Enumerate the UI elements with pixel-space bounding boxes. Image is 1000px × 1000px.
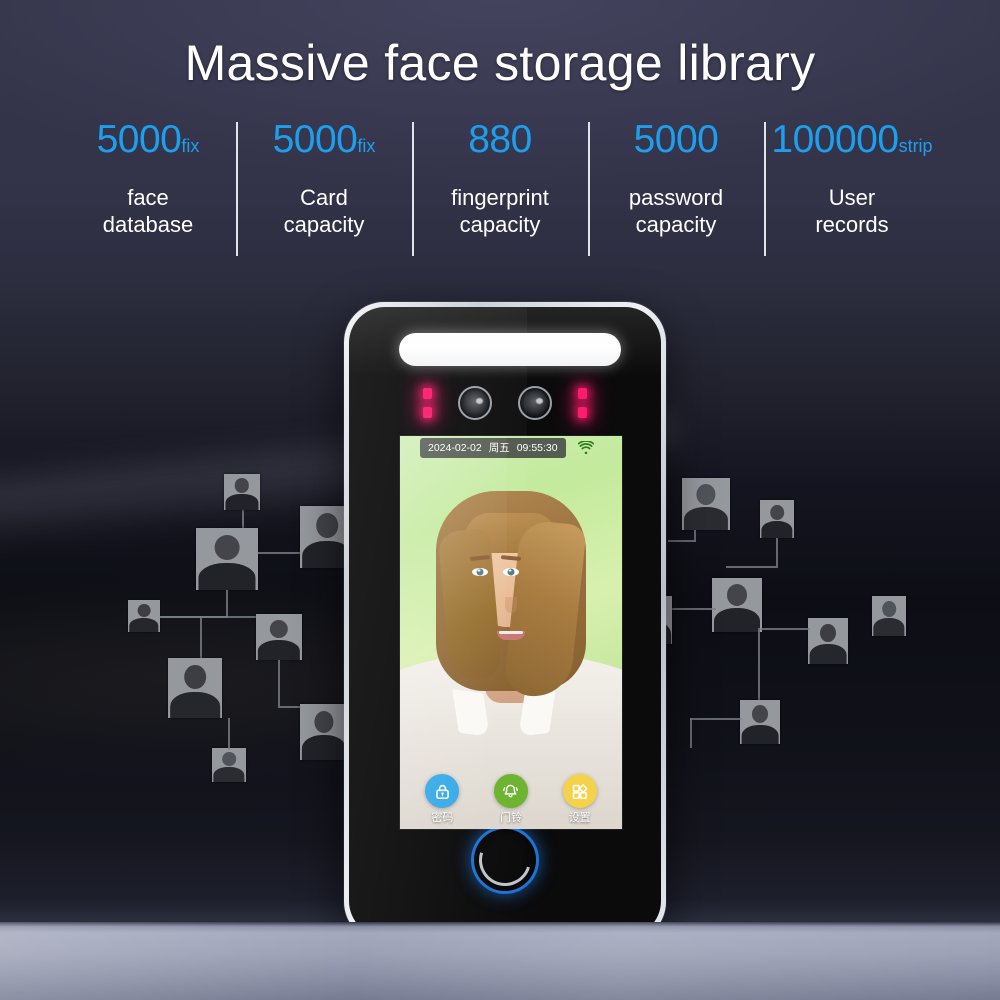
- camera-lens-right: [518, 386, 552, 420]
- stat-label: User records: [815, 185, 889, 237]
- screen-action-bar: 密码 门铃 设置: [400, 765, 622, 827]
- network-edge: [690, 718, 742, 720]
- bell-icon[interactable]: [493, 774, 528, 808]
- stat-label: fingerprint capacity: [451, 185, 549, 237]
- ir-led-left: [423, 388, 432, 418]
- portrait-eye-right: [503, 567, 519, 576]
- network-edge: [228, 718, 230, 750]
- stat-number: 5000fix: [96, 118, 200, 161]
- fingerprint-sensor[interactable]: [474, 829, 536, 891]
- network-face-node: [682, 478, 730, 530]
- network-face-node: [196, 528, 258, 590]
- action-label: 密码: [431, 811, 454, 824]
- network-face-node: [740, 700, 780, 744]
- stat-password-capacity: 5000 password capacity: [588, 118, 764, 256]
- stat-number: 880: [468, 118, 532, 161]
- action-settings[interactable]: 设置: [551, 774, 609, 825]
- network-edge: [226, 590, 228, 616]
- grid-icon[interactable]: [562, 774, 597, 808]
- network-face-node: [212, 748, 246, 782]
- action-password[interactable]: 密码: [413, 774, 471, 825]
- network-face-node: [808, 618, 848, 664]
- datetime-display: 2024-02-02 周五 09:55:30: [420, 437, 566, 458]
- device-body: 2024-02-02 周五 09:55:30 密码 门铃 设置: [349, 307, 661, 937]
- network-face-node: [168, 658, 222, 718]
- network-edge: [690, 718, 692, 748]
- stat-unit: fix: [181, 136, 200, 156]
- stat-fingerprint-capacity: 880 fingerprint capacity: [412, 118, 588, 256]
- ir-led: [423, 407, 432, 418]
- white-fill-light-bar: [399, 333, 621, 366]
- ir-led: [423, 388, 432, 399]
- network-face-node: [300, 704, 348, 760]
- action-label: 门铃: [499, 811, 522, 824]
- network-face-node: [760, 500, 794, 538]
- network-edge: [776, 538, 778, 566]
- stat-number: 100000strip: [771, 118, 933, 161]
- ir-led: [578, 407, 587, 418]
- spec-stats-row: 5000fix face database 5000fix Card capac…: [60, 118, 940, 260]
- stat-number: 5000fix: [272, 118, 376, 161]
- lock-icon[interactable]: [425, 774, 460, 808]
- stat-label: password capacity: [628, 185, 724, 237]
- network-edge: [726, 566, 778, 568]
- stat-number: 5000: [633, 118, 719, 161]
- stat-card-capacity: 5000fix Card capacity: [236, 118, 412, 256]
- action-doorbell[interactable]: 门铃: [482, 774, 540, 825]
- network-edge: [150, 616, 228, 618]
- network-edge: [668, 608, 716, 610]
- marketing-banner: Massive face storage library 5000fix fac…: [0, 0, 1000, 1000]
- network-edge: [200, 616, 202, 660]
- stat-label: Card capacity: [283, 185, 365, 237]
- network-face-node: [128, 600, 160, 632]
- portrait-eye-left: [472, 567, 488, 576]
- ir-led-right: [578, 388, 587, 418]
- network-edge: [278, 706, 320, 708]
- ir-led: [578, 388, 587, 399]
- network-edge: [160, 616, 256, 618]
- network-edge: [258, 552, 310, 554]
- network-face-node: [712, 578, 762, 632]
- wifi-icon: [577, 441, 594, 454]
- screen-status-bar: 2024-02-02 周五 09:55:30: [400, 436, 622, 459]
- network-face-node: [872, 596, 906, 636]
- stat-face-database: 5000fix face database: [60, 118, 236, 238]
- network-edge: [760, 628, 810, 630]
- network-edge: [278, 660, 280, 706]
- camera-lens-left: [458, 386, 492, 420]
- page-title: Massive face storage library: [184, 35, 816, 91]
- status-time: 09:55:30: [516, 441, 558, 454]
- stat-unit: strip: [898, 136, 933, 156]
- network-edge: [668, 540, 694, 542]
- device-touchscreen[interactable]: 2024-02-02 周五 09:55:30 密码 门铃 设置: [400, 436, 622, 829]
- status-weekday: 周五: [488, 441, 510, 454]
- floor-sheen: [0, 922, 1000, 1000]
- network-edge: [694, 530, 696, 542]
- action-label: 设置: [568, 811, 591, 824]
- face-recognition-terminal: 2024-02-02 周五 09:55:30 密码 门铃 设置: [344, 302, 666, 942]
- stat-unit: fix: [357, 136, 376, 156]
- sensor-row: [349, 379, 661, 427]
- network-edge: [758, 628, 760, 706]
- stat-label: face database: [102, 185, 194, 237]
- status-date: 2024-02-02: [428, 441, 482, 454]
- portrait-nose: [505, 597, 517, 614]
- stat-user-records: 100000strip User records: [764, 118, 940, 256]
- network-face-node: [256, 614, 302, 660]
